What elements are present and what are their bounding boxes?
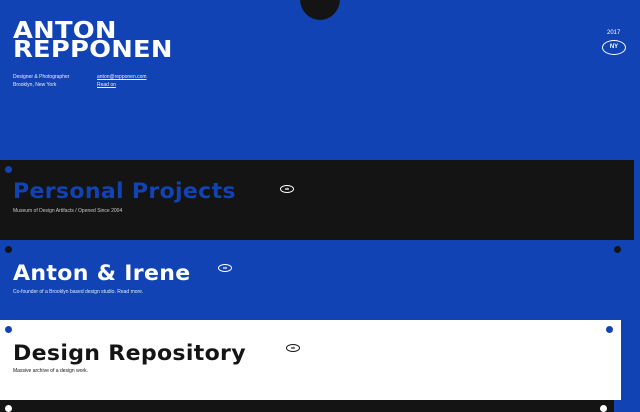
email-link[interactable]: anton@repponen.com — [97, 73, 147, 81]
city-badge[interactable]: NY — [602, 40, 626, 55]
corner-dot-icon — [606, 326, 613, 333]
site-title[interactable]: ANTON REPPONEN — [13, 20, 173, 63]
project-card-next[interactable] — [0, 400, 614, 412]
corner-dot-icon — [5, 246, 12, 253]
project-card-personal-projects[interactable]: Personal Projects ab Museum of Design Ar… — [0, 160, 634, 240]
bio-block: Designer & Photographer Brooklyn, New Yo… — [13, 73, 69, 89]
corner-dot-icon — [5, 326, 12, 333]
project-subtitle: Museum of Design Artifacts / Opened Sinc… — [13, 208, 123, 214]
role-text: Designer & Photographer — [13, 74, 70, 80]
corner-dot-icon — [5, 405, 12, 412]
corner-dot-icon — [614, 246, 621, 253]
contact-block: anton@repponen.com Read on — [97, 73, 147, 89]
project-subtitle: Co-founder of a Brooklyn based design st… — [13, 289, 144, 295]
year-label: 2017 — [607, 30, 621, 36]
project-title[interactable]: Personal Projects — [13, 179, 236, 203]
project-tag-badge: ab — [286, 344, 300, 352]
site-title-line2: REPPONEN — [13, 37, 173, 63]
project-title[interactable]: Anton & Irene — [13, 261, 191, 285]
read-on-link[interactable]: Read on — [97, 81, 147, 89]
project-subtitle: Massive archive of a design work. — [13, 368, 89, 374]
project-card-design-repository[interactable]: Design Repository ab Massive archive of … — [0, 320, 621, 400]
hero-section: ANTON REPPONEN Designer & Photographer B… — [0, 0, 640, 160]
project-tag-badge: ab — [218, 264, 232, 272]
top-circle-decoration — [300, 0, 340, 20]
project-card-anton-irene[interactable]: Anton & Irene ab Co-founder of a Brookly… — [0, 240, 627, 320]
project-tag-badge: ab — [280, 185, 294, 193]
location-text: Brooklyn, New York — [13, 82, 57, 88]
corner-dot-icon — [5, 166, 12, 173]
corner-dot-icon — [600, 405, 607, 412]
project-title[interactable]: Design Repository — [13, 341, 246, 365]
